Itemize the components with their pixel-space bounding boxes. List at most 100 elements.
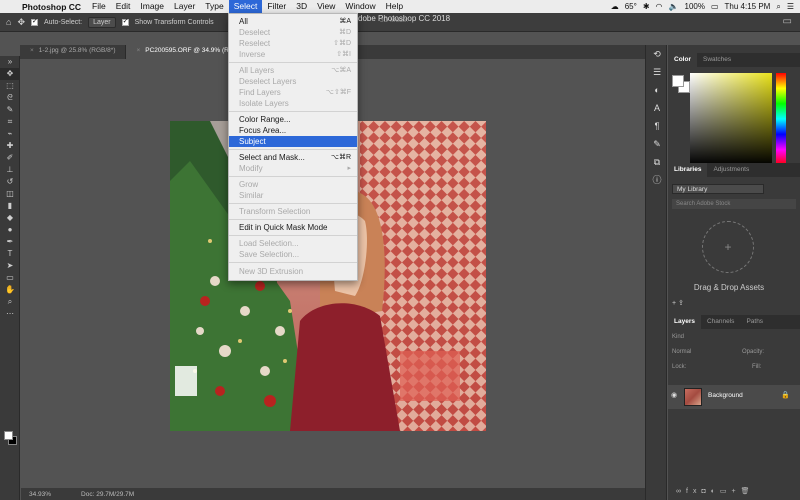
menu-layer[interactable]: Layer bbox=[169, 0, 200, 13]
eraser-tool-icon[interactable]: ◫ bbox=[0, 188, 20, 200]
new-layer-icon[interactable]: + bbox=[732, 488, 741, 495]
more-tools-icon[interactable]: ⋯ bbox=[0, 308, 20, 320]
workspace-icon[interactable]: ▭ bbox=[783, 16, 792, 27]
clock[interactable]: Thu 4:15 PM bbox=[725, 2, 771, 11]
menu-window[interactable]: Window bbox=[340, 0, 380, 13]
temperature[interactable]: 65° bbox=[625, 2, 637, 11]
menu-help[interactable]: Help bbox=[381, 0, 408, 13]
type-tool-icon[interactable]: T bbox=[0, 248, 20, 260]
close-icon[interactable]: × bbox=[136, 47, 140, 54]
bluetooth-icon[interactable]: ✱ bbox=[643, 2, 650, 11]
eyedropper-tool-icon[interactable]: ⌁ bbox=[0, 128, 20, 140]
paragraph-icon[interactable]: ¶ bbox=[646, 117, 668, 135]
tab-channels[interactable]: Channels bbox=[701, 315, 740, 329]
trash-icon[interactable]: 🗑 bbox=[741, 488, 755, 495]
menu-item-subject[interactable]: Subject bbox=[229, 136, 357, 147]
layer-filter[interactable]: Kind bbox=[672, 334, 796, 344]
menu-item-color-range[interactable]: Color Range... bbox=[229, 114, 357, 125]
fg-bg-swatches[interactable] bbox=[672, 75, 692, 95]
link-icon[interactable]: ∞ bbox=[676, 488, 686, 495]
move-tool-icon[interactable]: ✥ bbox=[17, 17, 25, 28]
tab-libraries[interactable]: Libraries bbox=[668, 163, 708, 177]
battery-icon[interactable]: ▭ bbox=[711, 2, 719, 11]
filter-kind[interactable]: Kind bbox=[672, 334, 684, 340]
menu-image[interactable]: Image bbox=[135, 0, 169, 13]
menu-file[interactable]: File bbox=[87, 0, 111, 13]
path-select-tool-icon[interactable]: ➤ bbox=[0, 260, 20, 272]
clone-source-icon[interactable]: ⧉ bbox=[646, 153, 668, 171]
blend-mode-select[interactable]: Normal bbox=[672, 349, 691, 355]
info-icon[interactable]: ⓘ bbox=[646, 171, 668, 189]
hue-slider[interactable] bbox=[776, 73, 786, 165]
tab-color[interactable]: Color bbox=[668, 53, 697, 67]
menu-item-focus-area[interactable]: Focus Area... bbox=[229, 125, 357, 136]
healing-brush-tool-icon[interactable]: ✚ bbox=[0, 140, 20, 152]
menu-item-all[interactable]: All ⌘A bbox=[229, 16, 357, 27]
volume-icon[interactable]: 🔈 bbox=[669, 2, 679, 11]
add-asset-icon[interactable]: + bbox=[702, 221, 754, 273]
upload-icon[interactable]: ⇪ bbox=[678, 300, 684, 307]
menu-view[interactable]: View bbox=[312, 0, 340, 13]
tab-layers[interactable]: Layers bbox=[668, 315, 701, 329]
fx-icon[interactable]: fx bbox=[686, 488, 701, 495]
history-icon[interactable]: ⟲ bbox=[646, 45, 668, 63]
character-icon[interactable]: A bbox=[646, 99, 668, 117]
zoom-level[interactable]: 34.93% bbox=[29, 491, 51, 498]
layer-row-background[interactable]: ◉ Background 🔒 bbox=[668, 385, 800, 409]
move-tool-icon[interactable]: ✥ bbox=[0, 68, 20, 80]
marquee-tool-icon[interactable]: ⬚ bbox=[0, 80, 20, 92]
foreground-swatch[interactable] bbox=[672, 75, 684, 87]
doc-tab-active[interactable]: × PC200595.ORF @ 34.9% (R bbox=[126, 45, 240, 59]
gradient-tool-icon[interactable]: ▮ bbox=[0, 200, 20, 212]
foreground-color-swatch[interactable] bbox=[4, 431, 13, 440]
stock-search-input[interactable]: Search Adobe Stock bbox=[672, 199, 796, 209]
collapse-icon[interactable]: » bbox=[0, 56, 20, 68]
crop-tool-icon[interactable]: ⌗ bbox=[0, 116, 20, 128]
tab-swatches[interactable]: Swatches bbox=[697, 53, 737, 67]
blur-tool-icon[interactable]: ◆ bbox=[0, 212, 20, 224]
layer-name[interactable]: Background bbox=[708, 392, 743, 399]
color-spectrum[interactable] bbox=[690, 73, 772, 165]
dodge-tool-icon[interactable]: ● bbox=[0, 224, 20, 236]
menu-item-quick-mask[interactable]: Edit in Quick Mask Mode bbox=[229, 222, 357, 233]
lasso-tool-icon[interactable]: ᘓ bbox=[0, 92, 20, 104]
lock-icon[interactable]: 🔒 bbox=[781, 391, 790, 399]
app-menu[interactable]: Photoshop CC bbox=[18, 2, 87, 12]
quick-select-tool-icon[interactable]: ✎ bbox=[0, 104, 20, 116]
history-brush-tool-icon[interactable]: ↺ bbox=[0, 176, 20, 188]
brush-settings-icon[interactable]: ✎ bbox=[646, 135, 668, 153]
home-icon[interactable]: ⌂ bbox=[6, 17, 11, 27]
adjustment-icon[interactable]: ◐ bbox=[711, 488, 720, 495]
notification-center-icon[interactable]: ☰ bbox=[787, 2, 794, 11]
menu-item-select-and-mask[interactable]: Select and Mask... ⌥⌘R bbox=[229, 152, 357, 163]
menu-type[interactable]: Type bbox=[200, 0, 228, 13]
folder-icon[interactable]: ▭ bbox=[720, 488, 732, 495]
zoom-tool-icon[interactable]: ⌕ bbox=[0, 296, 20, 308]
tab-adjustments[interactable]: Adjustments bbox=[707, 163, 755, 177]
shape-tool-icon[interactable]: ▭ bbox=[0, 272, 20, 284]
pen-tool-icon[interactable]: ✒ bbox=[0, 236, 20, 248]
menu-3d[interactable]: 3D bbox=[291, 0, 312, 13]
hand-tool-icon[interactable]: ✋ bbox=[0, 284, 20, 296]
search-icon[interactable]: ⌕ bbox=[776, 2, 780, 12]
auto-select-dropdown[interactable]: Layer bbox=[88, 16, 116, 28]
tab-paths[interactable]: Paths bbox=[740, 315, 769, 329]
weather-icon[interactable]: ☁ bbox=[611, 2, 619, 11]
visibility-eye-icon[interactable]: ◉ bbox=[671, 391, 677, 399]
battery-percent[interactable]: 100% bbox=[685, 2, 705, 11]
stamp-tool-icon[interactable]: ⊥ bbox=[0, 164, 20, 176]
wifi-icon[interactable]: ◠ bbox=[656, 2, 663, 11]
auto-select-checkbox[interactable] bbox=[30, 17, 38, 26]
adjust-icon[interactable]: ◐ bbox=[646, 81, 668, 99]
menu-filter[interactable]: Filter bbox=[262, 0, 291, 13]
transform-controls-checkbox[interactable] bbox=[121, 17, 129, 26]
menu-edit[interactable]: Edit bbox=[111, 0, 136, 13]
close-icon[interactable]: × bbox=[30, 47, 34, 54]
add-icon[interactable]: + bbox=[672, 300, 676, 307]
mask-icon[interactable]: ◘ bbox=[701, 488, 710, 495]
menu-select[interactable]: Select bbox=[228, 0, 263, 13]
brush-tool-icon[interactable]: ✐ bbox=[0, 152, 20, 164]
library-select[interactable]: My Library bbox=[672, 184, 764, 194]
doc-tab[interactable]: × 1-2.jpg @ 25.8% (RGB/8*) bbox=[20, 45, 127, 59]
properties-icon[interactable]: ☰ bbox=[646, 63, 668, 81]
